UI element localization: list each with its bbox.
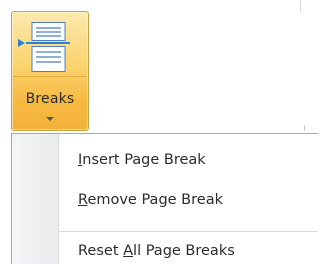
menu-item-insert-page-break[interactable]: Insert Page Break [58,144,318,176]
menu-item-label-pre: Reset [78,243,124,259]
ribbon-group-edge [304,125,319,131]
menu-icon-gutter [12,134,59,264]
ribbon-divider [300,0,301,12]
menu-item-label-post: emove Page Break [87,192,223,208]
breaks-button[interactable]: Breaks [11,11,89,131]
menu-item-label-post: nsert Page Break [82,152,206,168]
breaks-dropdown-menu: Insert Page Break Remove Page Break Rese… [11,133,318,264]
menu-item-reset-all-page-breaks[interactable]: Reset All Page Breaks [58,235,318,267]
chevron-down-icon[interactable] [46,117,54,121]
page-breaks-icon [18,22,70,72]
breaks-button-label: Breaks [25,91,75,107]
menu-item-remove-page-break[interactable]: Remove Page Break [58,184,318,216]
menu-item-label-post: ll Page Breaks [133,243,235,259]
menu-item-accelerator: A [123,243,134,259]
split-button-divider [13,76,87,77]
menu-separator [59,231,318,232]
